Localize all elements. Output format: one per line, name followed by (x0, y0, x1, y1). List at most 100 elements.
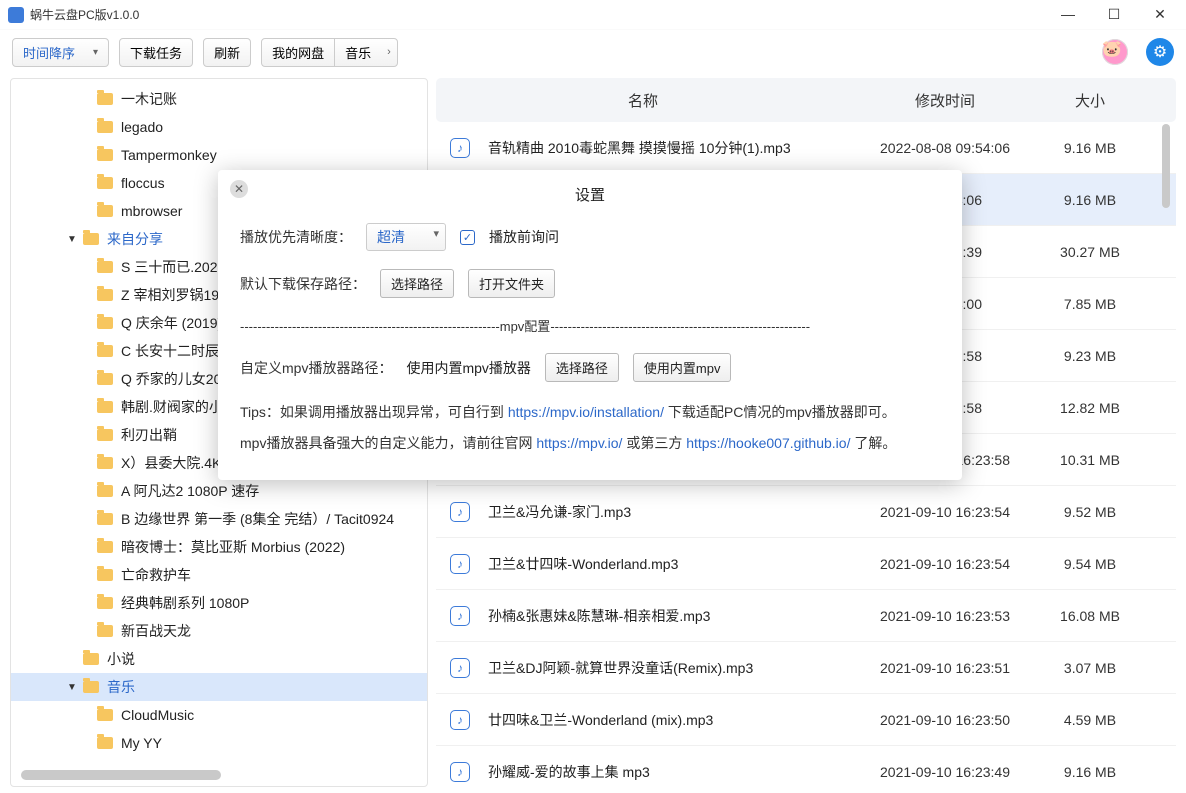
ask-before-play-checkbox[interactable]: ✓ (460, 230, 475, 245)
sidebar-item[interactable]: A 阿凡达2 1080P 速存 (11, 477, 427, 505)
tree-label: 小说 (107, 649, 135, 669)
quality-label: 播放优先清晰度： (240, 227, 352, 247)
tree-label: 音乐 (107, 677, 135, 697)
tree-label: 新百战天龙 (121, 621, 191, 641)
file-size: 9.16 MB (1040, 764, 1140, 780)
column-headers: 名称 修改时间 大小 (436, 78, 1176, 122)
tree-label: My YY (121, 735, 162, 751)
dialog-title: 设置 (240, 184, 940, 205)
file-name: 卫兰&冯允谦-家门.mp3 (488, 502, 850, 522)
file-name: 音轨精曲 2010毒蛇黑舞 摸摸慢摇 10分钟(1).mp3 (488, 138, 850, 158)
app-icon (8, 7, 24, 23)
sidebar-item[interactable]: 暗夜博士：莫比亚斯 Morbius (2022) (11, 533, 427, 561)
mpv-path-label: 自定义mpv播放器路径： (240, 358, 392, 378)
sidebar-item[interactable]: 一木记账 (11, 85, 427, 113)
sort-dropdown[interactable]: 时间降序 ▾ (12, 38, 109, 67)
sidebar-item[interactable]: Tampermonkey (11, 141, 427, 169)
music-icon: ♪ (450, 710, 470, 730)
window-title: 蜗牛云盘PC版v1.0.0 (30, 6, 1056, 23)
file-size: 9.16 MB (1040, 140, 1140, 156)
chevron-right-icon[interactable]: › (381, 42, 397, 62)
avatar[interactable]: 🐷 (1102, 39, 1128, 65)
file-row[interactable]: ♪卫兰&廿四味-Wonderland.mp32021-09-10 16:23:5… (436, 538, 1176, 590)
titlebar: 蜗牛云盘PC版v1.0.0 — ☐ ✕ (0, 0, 1186, 30)
col-size[interactable]: 大小 (1040, 90, 1140, 111)
file-row[interactable]: ♪孙楠&张惠妹&陈慧琳-相亲相爱.mp32021-09-10 16:23:531… (436, 590, 1176, 642)
folder-icon (97, 205, 113, 217)
folder-icon (97, 457, 113, 469)
file-row[interactable]: ♪孙耀威-爱的故事上集 mp32021-09-10 16:23:499.16 M… (436, 746, 1176, 787)
folder-icon (83, 653, 99, 665)
file-name: 卫兰&廿四味-Wonderland.mp3 (488, 554, 850, 574)
scrollbar-vertical[interactable] (1162, 124, 1170, 208)
mpv-choose-path-button[interactable]: 选择路径 (545, 353, 619, 382)
mpv-install-link[interactable]: https://mpv.io/installation/ (508, 404, 664, 420)
third-party-link[interactable]: https://hooke007.github.io/ (686, 435, 850, 451)
minimize-button[interactable]: — (1056, 6, 1080, 23)
scrollbar-horizontal[interactable] (21, 770, 221, 780)
folder-icon (97, 149, 113, 161)
music-icon: ♪ (450, 606, 470, 626)
tree-label: 经典韩剧系列 1080P (121, 593, 249, 613)
folder-icon (97, 345, 113, 357)
expander-icon[interactable]: ▼ (65, 682, 79, 693)
file-row[interactable]: ♪卫兰&冯允谦-家门.mp32021-09-10 16:23:549.52 MB (436, 486, 1176, 538)
folder-icon (97, 737, 113, 749)
tree-label: mbrowser (121, 203, 182, 219)
sidebar-item[interactable]: legado (11, 113, 427, 141)
folder-icon (97, 401, 113, 413)
expander-icon[interactable]: ▼ (65, 234, 79, 245)
file-size: 16.08 MB (1040, 608, 1140, 624)
sidebar-item[interactable]: My YY (11, 729, 427, 757)
sidebar-item[interactable]: B 边缘世界 第一季 (8集全 完结）/ Tacit0924 (11, 505, 427, 533)
file-row[interactable]: ♪廿四味&卫兰-Wonderland (mix).mp32021-09-10 1… (436, 694, 1176, 746)
mpv-path-value: 使用内置mpv播放器 (406, 358, 530, 378)
choose-path-button[interactable]: 选择路径 (380, 269, 454, 298)
chevron-down-icon: ▾ (93, 47, 98, 58)
sidebar-item[interactable]: 经典韩剧系列 1080P (11, 589, 427, 617)
maximize-button[interactable]: ☐ (1102, 6, 1126, 23)
folder-icon (83, 233, 99, 245)
file-size: 7.85 MB (1040, 296, 1140, 312)
file-name: 廿四味&卫兰-Wonderland (mix).mp3 (488, 710, 850, 730)
download-tasks-button[interactable]: 下载任务 (119, 38, 193, 67)
sidebar-item[interactable]: 新百战天龙 (11, 617, 427, 645)
folder-icon (97, 289, 113, 301)
toolbar: 时间降序 ▾ 下载任务 刷新 我的网盘 音乐 › 🐷 ⚙ (0, 30, 1186, 74)
col-name[interactable]: 名称 (436, 90, 850, 111)
breadcrumb-item[interactable]: 我的网盘 (262, 39, 334, 66)
sidebar-item[interactable]: ▼ 音乐 (11, 673, 427, 701)
refresh-button[interactable]: 刷新 (203, 38, 251, 67)
folder-icon (97, 373, 113, 385)
tree-label: A 阿凡达2 1080P 速存 (121, 481, 259, 501)
col-date[interactable]: 修改时间 (850, 90, 1040, 111)
sidebar-item[interactable]: 小说 (11, 645, 427, 673)
sidebar-item[interactable]: 亡命救护车 (11, 561, 427, 589)
sidebar-item[interactable]: CloudMusic (11, 701, 427, 729)
file-size: 12.82 MB (1040, 400, 1140, 416)
dialog-close-button[interactable]: ✕ (230, 180, 248, 198)
file-size: 9.54 MB (1040, 556, 1140, 572)
file-row[interactable]: ♪卫兰&DJ阿颖-就算世界没童话(Remix).mp32021-09-10 16… (436, 642, 1176, 694)
open-folder-button[interactable]: 打开文件夹 (468, 269, 555, 298)
folder-icon (97, 513, 113, 525)
folder-icon (97, 317, 113, 329)
file-row[interactable]: ♪音轨精曲 2010毒蛇黑舞 摸摸慢摇 10分钟(1).mp32022-08-0… (436, 122, 1176, 174)
folder-icon (97, 709, 113, 721)
breadcrumb-item[interactable]: 音乐 (334, 39, 381, 66)
sort-label: 时间降序 (23, 43, 75, 62)
tree-label: CloudMusic (121, 707, 194, 723)
file-name: 孙楠&张惠妹&陈慧琳-相亲相爱.mp3 (488, 606, 850, 626)
folder-icon (97, 429, 113, 441)
music-icon: ♪ (450, 762, 470, 782)
folder-icon (83, 681, 99, 693)
mpv-site-link[interactable]: https://mpv.io/ (536, 435, 622, 451)
file-size: 30.27 MB (1040, 244, 1140, 260)
file-name: 卫兰&DJ阿颖-就算世界没童话(Remix).mp3 (488, 658, 850, 678)
settings-button[interactable]: ⚙ (1146, 38, 1174, 66)
close-button[interactable]: ✕ (1148, 6, 1172, 23)
tree-label: B 边缘世界 第一季 (8集全 完结）/ Tacit0924 (121, 509, 394, 529)
quality-select[interactable]: 超清 (366, 223, 446, 251)
use-builtin-mpv-button[interactable]: 使用内置mpv (633, 353, 732, 382)
file-date: 2022-08-08 09:54:06 (850, 140, 1040, 156)
